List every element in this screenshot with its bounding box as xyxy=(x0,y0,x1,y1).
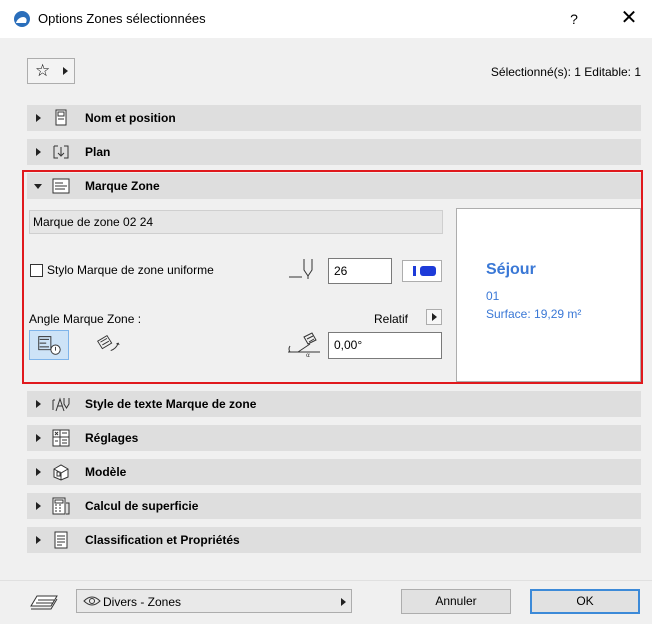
expand-arrow-icon xyxy=(36,536,41,544)
fixed-angle-toggle[interactable] xyxy=(29,330,69,360)
expand-arrow-icon xyxy=(36,114,41,122)
rotated-angle-toggle[interactable] xyxy=(88,330,128,360)
panel-header-reglages[interactable]: Réglages xyxy=(27,425,641,451)
help-button[interactable]: ? xyxy=(562,8,586,30)
angle-label: Angle Marque Zone : xyxy=(29,312,142,326)
stamp-rotated-angle-icon xyxy=(97,334,120,351)
uniform-pen-checkbox[interactable] xyxy=(30,264,43,277)
preview-zone-number: 01 xyxy=(486,289,500,303)
pen-number-input[interactable]: 26 xyxy=(328,258,392,284)
zone-stamp-icon xyxy=(52,178,70,194)
settings-grid-icon xyxy=(52,429,70,447)
window-title: Options Zones sélectionnées xyxy=(38,11,206,26)
panel-label: Plan xyxy=(85,145,111,159)
stamp-fixed-angle-icon xyxy=(38,336,61,355)
panel-label: Style de texte Marque de zone xyxy=(85,397,257,411)
pen-color-button[interactable] xyxy=(402,260,442,282)
angle-icon: α xyxy=(288,332,320,358)
area-calc-icon xyxy=(52,497,70,515)
close-button[interactable]: ✕ xyxy=(616,6,642,32)
selection-info: Sélectionné(s): 1 Editable: 1 xyxy=(490,65,641,79)
layers-icon xyxy=(30,595,58,610)
expand-arrow-icon xyxy=(36,468,41,476)
title-bar: Options Zones sélectionnées ? ✕ xyxy=(0,0,652,38)
panel-header-text-style[interactable]: Style de texte Marque de zone xyxy=(27,391,641,417)
classification-icon xyxy=(54,531,68,549)
relatif-menu-button[interactable] xyxy=(426,309,442,325)
favorites-button[interactable]: ☆ xyxy=(27,58,75,84)
pen-weight-swatch xyxy=(413,266,416,276)
expand-arrow-icon xyxy=(36,148,41,156)
stamp-name-field[interactable]: Marque de zone 02 24 xyxy=(29,210,443,234)
panel-label: Classification et Propriétés xyxy=(85,533,240,547)
panel-header-nom-position[interactable]: Nom et position xyxy=(27,105,641,131)
svg-text:α: α xyxy=(306,352,310,358)
star-icon: ☆ xyxy=(35,61,51,80)
panel-label: Modèle xyxy=(85,465,127,479)
preview-surface: Surface: 19,29 m² xyxy=(486,307,582,321)
cancel-button[interactable]: Annuler xyxy=(401,589,511,614)
dropdown-arrow-icon xyxy=(341,598,346,606)
panel-header-calcul-superficie[interactable]: Calcul de superficie xyxy=(27,493,641,519)
name-position-icon xyxy=(55,109,67,126)
eye-icon xyxy=(83,596,101,606)
preview-zone-name: Séjour xyxy=(486,261,536,278)
text-style-icon xyxy=(52,397,70,412)
angle-input[interactable]: 0,00° xyxy=(328,332,442,359)
pen-icon xyxy=(289,259,313,279)
layer-dropdown[interactable]: Divers - Zones xyxy=(76,589,352,613)
collapse-arrow-icon xyxy=(34,184,42,189)
panel-header-modele[interactable]: Modèle xyxy=(27,459,641,485)
zone-stamp-preview: Séjour 01 Surface: 19,29 m² xyxy=(456,208,641,382)
footer-separator xyxy=(0,580,652,581)
panel-header-plan[interactable]: Plan xyxy=(27,139,641,165)
expand-arrow-icon xyxy=(36,434,41,442)
layer-label: Divers - Zones xyxy=(103,595,182,609)
expand-arrow-icon xyxy=(36,400,41,408)
archicad-app-icon xyxy=(14,11,30,27)
chevron-right-icon xyxy=(63,67,68,75)
pen-color-swatch xyxy=(420,266,436,276)
relatif-label: Relatif xyxy=(374,312,409,326)
expand-arrow-icon xyxy=(36,502,41,510)
panel-label: Marque Zone xyxy=(85,179,160,193)
panel-label: Nom et position xyxy=(85,111,176,125)
panel-label: Réglages xyxy=(85,431,139,445)
ok-button[interactable]: OK xyxy=(530,589,640,614)
plan-icon xyxy=(53,145,69,159)
uniform-pen-label: Stylo Marque de zone uniforme xyxy=(47,263,214,277)
model-icon xyxy=(53,464,69,481)
panel-header-classification[interactable]: Classification et Propriétés xyxy=(27,527,641,553)
panel-header-marque-zone[interactable]: Marque Zone xyxy=(27,173,641,199)
panel-label: Calcul de superficie xyxy=(85,499,199,513)
